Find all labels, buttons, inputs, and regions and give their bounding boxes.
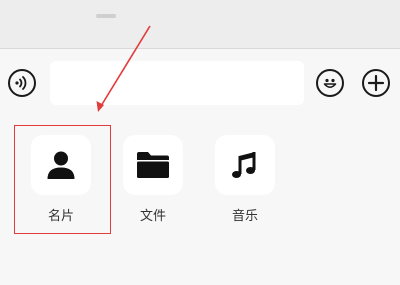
panel-item-business-card[interactable]: 名片 — [28, 135, 94, 225]
voice-button[interactable] — [8, 69, 36, 97]
more-button[interactable] — [362, 69, 390, 97]
music-label: 音乐 — [231, 209, 258, 224]
music-note-icon — [232, 152, 256, 178]
business-card-tile[interactable] — [31, 135, 91, 195]
more-panel: 名片 文件 音乐 — [0, 117, 400, 285]
message-input[interactable] — [50, 61, 304, 105]
file-label: 文件 — [139, 209, 166, 224]
status-indicator — [96, 14, 116, 18]
chat-input-bar — [0, 48, 400, 118]
voice-wave-icon — [15, 76, 27, 90]
chat-area — [0, 0, 400, 48]
music-tile[interactable] — [215, 135, 275, 195]
folder-icon — [137, 152, 169, 178]
smiley-face-icon — [323, 78, 337, 89]
person-silhouette-icon — [47, 151, 75, 179]
business-card-label: 名片 — [47, 209, 74, 224]
panel-item-file[interactable]: 文件 — [120, 135, 186, 225]
panel-item-music[interactable]: 音乐 — [212, 135, 278, 225]
emoji-button[interactable] — [316, 69, 344, 97]
file-tile[interactable] — [123, 135, 183, 195]
plus-icon — [367, 74, 385, 92]
